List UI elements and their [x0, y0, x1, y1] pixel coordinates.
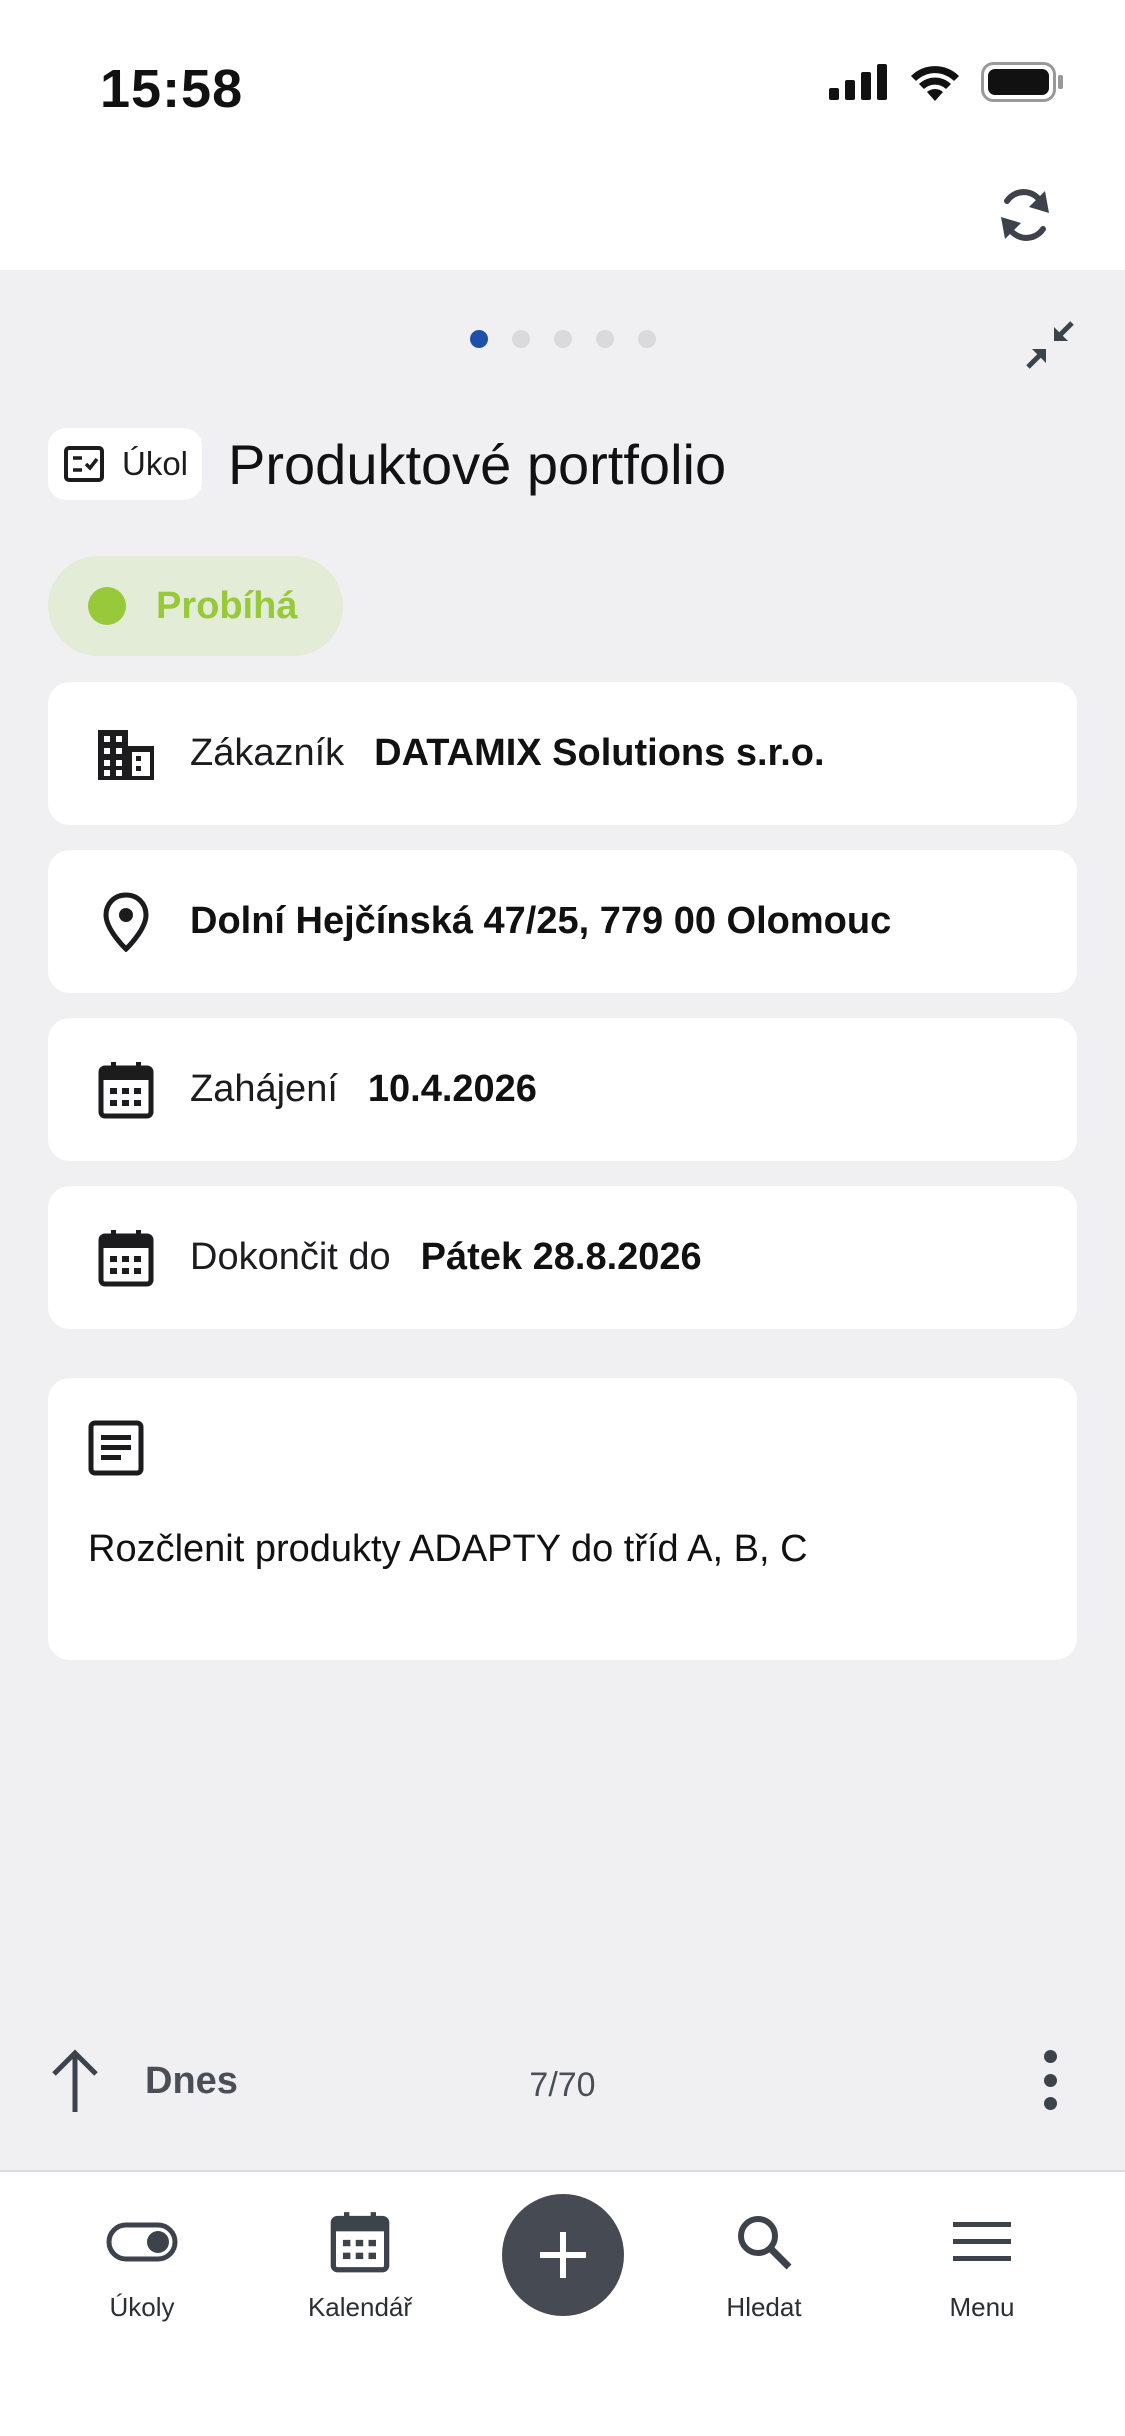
- note-text: Rozčlenit produkty ADAPTY do tříd A, B, …: [88, 1528, 808, 1570]
- customer-value: DATAMIX Solutions s.r.o.: [374, 732, 825, 774]
- hamburger-menu-icon: [953, 2222, 1011, 2261]
- tab-search[interactable]: Hledat: [664, 2172, 864, 2372]
- wifi-icon: [911, 66, 959, 101]
- plus-icon: [540, 2232, 586, 2278]
- address-value: Dolní Hejčínská 47/25, 779 00 Olomouc: [190, 900, 892, 942]
- calendar-icon: [94, 1058, 158, 1122]
- tab-tasks[interactable]: Úkoly: [42, 2172, 242, 2372]
- tab-menu[interactable]: Menu: [882, 2172, 1082, 2372]
- calendar-icon: [94, 1226, 158, 1290]
- customer-label: Zákazník: [190, 732, 345, 774]
- task-header: Úkol Produktové portfolio: [48, 428, 726, 500]
- tab-tasks-label: Úkoly: [109, 2292, 175, 2322]
- tab-menu-label: Menu: [949, 2292, 1015, 2322]
- pager-dot-1[interactable]: [469, 330, 488, 348]
- task-detail-content: Úkol Produktové portfolio Probíhá Zákazn…: [0, 270, 1125, 2170]
- task-checklist-icon: [64, 446, 104, 482]
- battery-icon: [981, 62, 1063, 102]
- status-badge[interactable]: Probíhá: [48, 556, 343, 656]
- start-date-value: 10.4.2026: [367, 1068, 537, 1110]
- status-label: Probíhá: [156, 584, 298, 627]
- search-icon: [738, 2216, 792, 2270]
- due-date-value: Pátek 28.8.2026: [420, 1236, 702, 1278]
- kebab-dot: [1043, 2073, 1057, 2087]
- toggle-icon: [106, 2222, 178, 2262]
- tab-calendar-label: Kalendář: [307, 2292, 413, 2322]
- tab-calendar[interactable]: Kalendář: [260, 2172, 460, 2372]
- task-type-chip: Úkol: [48, 428, 203, 500]
- status-dot: [88, 587, 126, 625]
- due-date-label: Dokončit do: [190, 1236, 391, 1278]
- customer-card[interactable]: Zákazník DATAMIX Solutions s.r.o.: [48, 682, 1077, 825]
- pager-dot-2[interactable]: [511, 330, 530, 348]
- navigation-footer: Dnes 7/70: [0, 2020, 1125, 2140]
- bottom-tab-bar: Úkoly Kalendář Hledat Menu: [0, 2170, 1125, 2436]
- add-button[interactable]: [502, 2194, 624, 2316]
- cellular-signal-icon: [829, 64, 887, 100]
- pager-dot-5[interactable]: [637, 330, 656, 348]
- collapse-button[interactable]: [1015, 310, 1085, 380]
- pager-dots: [0, 330, 1125, 348]
- kebab-dot: [1043, 2050, 1057, 2063]
- task-type-label: Úkol: [122, 445, 189, 482]
- calendar-icon: [330, 2212, 390, 2273]
- more-options-button[interactable]: [1035, 2050, 1065, 2110]
- top-bar: [0, 155, 1125, 270]
- status-bar: 15:58: [0, 0, 1125, 175]
- pager-dot-4[interactable]: [595, 330, 614, 348]
- refresh-icon: [1001, 189, 1049, 241]
- location-pin-icon: [94, 890, 158, 954]
- task-counter: 7/70: [529, 2066, 596, 2104]
- status-time: 15:58: [100, 59, 244, 119]
- note-card[interactable]: Rozčlenit produkty ADAPTY do tříd A, B, …: [48, 1378, 1077, 1660]
- building-icon: [94, 722, 158, 786]
- due-date-card[interactable]: Dokončit do Pátek 28.8.2026: [48, 1186, 1077, 1329]
- address-card[interactable]: Dolní Hejčínská 47/25, 779 00 Olomouc: [48, 850, 1077, 993]
- pager-dot-3[interactable]: [553, 330, 572, 348]
- start-date-card[interactable]: Zahájení 10.4.2026: [48, 1018, 1077, 1161]
- start-date-label: Zahájení: [190, 1068, 338, 1110]
- tab-search-label: Hledat: [726, 2292, 802, 2322]
- kebab-dot: [1043, 2097, 1057, 2110]
- task-title: Produktové portfolio: [228, 432, 727, 496]
- collapse-icon: [1026, 321, 1074, 369]
- document-icon: [88, 1420, 152, 1484]
- status-icons: [829, 62, 1065, 102]
- refresh-button[interactable]: [985, 175, 1065, 255]
